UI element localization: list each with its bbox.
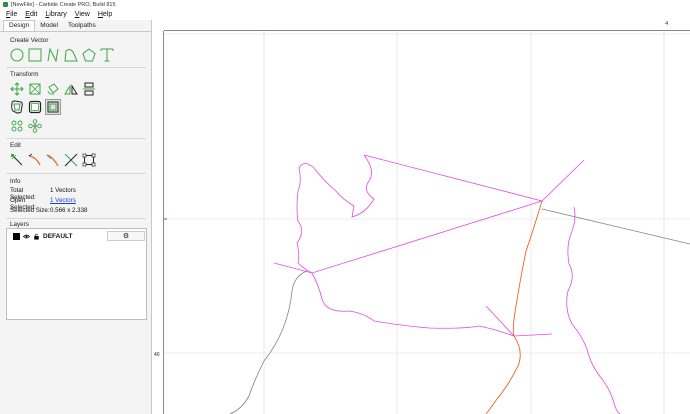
info-selected-size: Selected Size: 0.566 x 2.338 [10,207,88,214]
ruler-left-label: 40 [154,352,160,358]
separator [6,173,146,174]
align-icon[interactable] [82,82,96,96]
section-transform-title: Transform [10,71,39,78]
layer-row[interactable]: DEFAULT ⚙ [9,231,145,241]
lock-icon[interactable] [33,233,40,240]
pentagon-icon[interactable] [82,48,96,62]
window-title: [NewFile] - Carbide Create PRO, Build 81… [11,1,116,8]
rotate-icon[interactable] [46,82,60,96]
app-logo-icon [3,2,8,7]
menu-edit[interactable]: Edit [21,11,41,18]
tab-toolpaths[interactable]: Toolpaths [63,21,101,31]
ruler-horizontal: 4 [164,20,690,31]
section-layers-title: Layers [10,221,29,228]
array-circular-icon[interactable] [28,119,42,133]
gray-vector [229,270,308,414]
trim-icon[interactable] [28,153,42,167]
text-icon[interactable] [100,48,114,62]
menu-library[interactable]: Library [41,11,70,18]
separator [6,67,146,68]
tab-model[interactable]: Model [35,21,63,31]
polyline-icon[interactable] [46,48,60,62]
boolean-union-icon[interactable] [28,100,42,114]
info-selected-size-label: Selected Size: [10,207,50,214]
design-canvas[interactable]: 4 40 [152,20,690,414]
move-icon[interactable] [10,82,24,96]
side-panel: Design Model Toolpaths Create Vector Tra… [0,20,152,414]
mirror-icon[interactable] [64,82,78,96]
design-panel: Create Vector Transform Edit Info Total … [2,32,150,414]
separator [6,218,146,219]
section-info-title: Info [10,178,21,185]
array-grid-icon[interactable] [10,119,24,133]
menu-bar: File Edit Library View Help [0,9,690,20]
layer-settings-button[interactable]: ⚙ [107,231,145,241]
ruler-vertical: 40 [152,31,164,414]
separator [6,138,146,139]
cut-icon[interactable] [64,153,78,167]
orange-vector [485,200,543,414]
node-edit-icon[interactable] [10,153,24,167]
drawing-surface[interactable] [164,31,690,414]
window-titlebar: [NewFile] - Carbide Create PRO, Build 81… [0,0,690,9]
menu-view[interactable]: View [71,11,94,18]
join-icon[interactable] [46,153,60,167]
menu-file[interactable]: File [2,11,21,18]
tab-design[interactable]: Design [3,20,36,31]
rectangle-icon[interactable] [28,48,42,62]
layer-name: DEFAULT [43,232,73,240]
layers-list: DEFAULT ⚙ [6,228,147,320]
circle-icon[interactable] [10,48,24,62]
panel-tabs: Design Model Toolpaths [0,20,151,32]
polygon-curve-icon[interactable] [64,48,78,62]
section-edit-title: Edit [10,142,21,149]
ruler-top-label: 4 [665,21,668,27]
grid-lines [164,31,690,414]
section-create-vector-title: Create Vector [10,37,49,44]
gear-icon: ⚙ [122,233,130,240]
offset-icon[interactable] [10,100,24,114]
bounding-box-icon[interactable] [82,153,96,167]
boolean-subtract-icon[interactable] [45,99,61,115]
scale-icon[interactable] [28,82,42,96]
menu-help[interactable]: Help [94,11,116,18]
info-selected-size-value: 0.566 x 2.338 [50,207,88,214]
magenta-vectors [273,154,621,414]
layer-color-swatch[interactable] [13,232,20,240]
eye-icon[interactable] [23,233,30,240]
gray-vector [541,208,690,245]
